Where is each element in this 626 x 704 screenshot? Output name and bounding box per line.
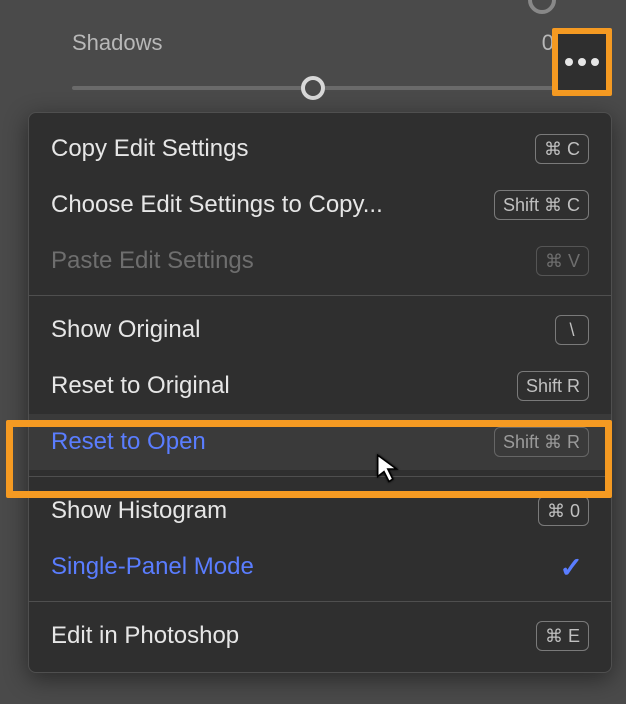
menu-item-reset-to-original[interactable]: Reset to Original Shift R bbox=[29, 358, 611, 414]
menu-item-show-histogram[interactable]: Show Histogram ⌘ 0 bbox=[29, 483, 611, 539]
shadows-slider-row: Shadows 0 bbox=[72, 30, 554, 56]
check-icon: ✓ bbox=[560, 551, 583, 584]
menu-item-show-original[interactable]: Show Original \ bbox=[29, 302, 611, 358]
shortcut-badge: ⌘ V bbox=[536, 246, 589, 276]
menu-item-single-panel-mode[interactable]: Single-Panel Mode ✓ bbox=[29, 539, 611, 595]
menu-item-label: Edit in Photoshop bbox=[51, 622, 239, 650]
menu-item-edit-in-photoshop[interactable]: Edit in Photoshop ⌘ E bbox=[29, 608, 611, 664]
shortcut-badge: Shift R bbox=[517, 371, 589, 401]
shortcut-badge: ⌘ E bbox=[536, 621, 589, 651]
menu-divider bbox=[29, 295, 611, 296]
shadows-slider[interactable] bbox=[72, 70, 554, 110]
more-button-highlight bbox=[552, 28, 612, 96]
menu-item-label: Single-Panel Mode bbox=[51, 553, 254, 581]
menu-item-label: Choose Edit Settings to Copy... bbox=[51, 191, 383, 219]
menu-item-label: Copy Edit Settings bbox=[51, 135, 248, 163]
menu-item-reset-to-open[interactable]: Reset to Open Shift ⌘ R bbox=[29, 414, 611, 470]
menu-item-label: Show Histogram bbox=[51, 497, 227, 525]
menu-item-copy-edit-settings[interactable]: Copy Edit Settings ⌘ C bbox=[29, 121, 611, 177]
menu-item-label: Show Original bbox=[51, 316, 200, 344]
shortcut-badge: Shift ⌘ C bbox=[494, 190, 589, 220]
menu-item-label: Reset to Original bbox=[51, 372, 230, 400]
more-options-button[interactable] bbox=[558, 34, 606, 90]
shortcut-badge: \ bbox=[555, 315, 589, 345]
menu-divider bbox=[29, 601, 611, 602]
menu-item-label: Paste Edit Settings bbox=[51, 247, 254, 275]
shortcut-badge: ⌘ C bbox=[535, 134, 589, 164]
ellipsis-icon bbox=[565, 58, 599, 66]
shortcut-badge: ⌘ 0 bbox=[538, 496, 589, 526]
more-options-menu: Copy Edit Settings ⌘ C Choose Edit Setti… bbox=[28, 112, 612, 673]
slider-thumb[interactable] bbox=[301, 76, 325, 100]
shortcut-badge: Shift ⌘ R bbox=[494, 427, 589, 457]
menu-item-label: Reset to Open bbox=[51, 428, 206, 456]
menu-divider bbox=[29, 476, 611, 477]
tone-slider-panel: Shadows 0 bbox=[0, 0, 626, 112]
shadows-label: Shadows bbox=[72, 30, 163, 56]
menu-item-paste-edit-settings: Paste Edit Settings ⌘ V bbox=[29, 233, 611, 289]
menu-item-choose-edit-settings[interactable]: Choose Edit Settings to Copy... Shift ⌘ … bbox=[29, 177, 611, 233]
